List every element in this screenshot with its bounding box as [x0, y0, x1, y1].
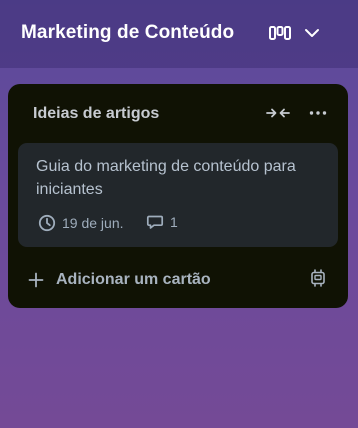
clock-icon [38, 214, 56, 232]
due-date-text: 19 de jun. [62, 215, 124, 231]
list-title[interactable]: Ideias de artigos [33, 105, 159, 123]
board-view-icon[interactable] [268, 24, 292, 42]
card[interactable]: Guia do marketing de conteúdo para inici… [18, 143, 338, 247]
list-ideias-de-artigos: Ideias de artigos Guia do marketing de c… [8, 84, 348, 308]
chevron-down-icon[interactable] [301, 24, 323, 42]
comment-icon [146, 215, 164, 229]
comments-count: 1 [170, 214, 178, 230]
template-icon[interactable] [306, 266, 330, 290]
more-icon[interactable] [306, 104, 330, 122]
add-card-button[interactable]: Adicionar um cartão [28, 268, 250, 292]
due-date-badge[interactable]: 19 de jun. [38, 214, 124, 232]
comments-badge: 1 [146, 214, 178, 230]
board-header: Marketing de Conteúdo [0, 0, 358, 68]
add-card-label: Adicionar um cartão [56, 271, 211, 288]
card-title: Guia do marketing de conteúdo para inici… [36, 158, 296, 198]
collapse-icon[interactable] [265, 104, 291, 122]
board-title[interactable]: Marketing de Conteúdo [21, 22, 234, 44]
plus-icon [28, 272, 44, 288]
